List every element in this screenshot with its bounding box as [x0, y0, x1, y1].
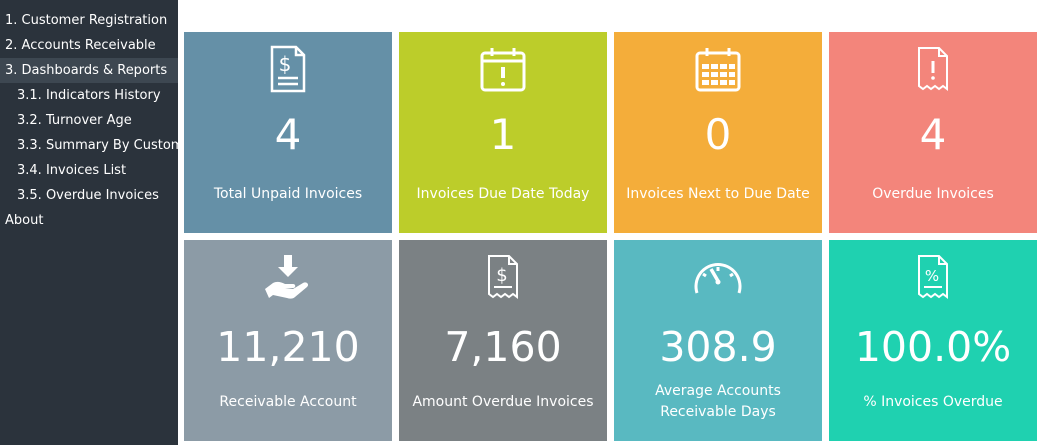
hand-receive-icon [184, 252, 392, 302]
tile-invoices-next-due[interactable]: 0 Invoices Next to Due Date [614, 32, 822, 233]
nav-item-turnover-age[interactable]: 3.2. Turnover Age [0, 108, 178, 133]
tile-value: 0 [704, 110, 732, 159]
tile-value: 4 [919, 110, 947, 159]
svg-text:$: $ [279, 52, 292, 76]
tile-label: Overdue Invoices [872, 186, 994, 202]
svg-text:%: % [925, 267, 939, 285]
receipt-dollar-icon: $ [399, 252, 607, 302]
nav-item-customer-registration[interactable]: 1. Customer Registration [0, 8, 178, 33]
svg-text:$: $ [496, 265, 507, 286]
sidebar: 1. Customer Registration 2. Accounts Rec… [0, 0, 178, 445]
calendar-alert-icon [399, 44, 607, 94]
tile-value: 308.9 [659, 323, 777, 371]
receipt-percent-icon: % [829, 252, 1037, 302]
tile-label: Invoices Next to Due Date [626, 186, 810, 202]
invoice-dollar-icon: $ [184, 44, 392, 94]
nav-item-overdue-invoices[interactable]: 3.5. Overdue Invoices [0, 183, 178, 208]
tile-label: % Invoices Overdue [863, 394, 1003, 410]
tile-receivable-account[interactable]: 11,210 Receivable Account [184, 240, 392, 441]
tile-value: 4 [274, 110, 302, 159]
speedometer-icon [614, 252, 822, 302]
tile-invoices-due-today[interactable]: 1 Invoices Due Date Today [399, 32, 607, 233]
tile-label: Invoices Due Date Today [416, 186, 590, 202]
tile-value: 100.0% [854, 323, 1012, 371]
nav-item-about[interactable]: About [0, 208, 178, 233]
tile-label: Amount Overdue Invoices [412, 394, 594, 410]
nav-item-indicators-history[interactable]: 3.1. Indicators History [0, 83, 178, 108]
tile-amount-overdue-invoices[interactable]: $ 7,160 Amount Overdue Invoices [399, 240, 607, 441]
tile-label: Total Unpaid Invoices [213, 186, 363, 202]
nav-item-accounts-receivable[interactable]: 2. Accounts Receivable [0, 33, 178, 58]
tile-total-unpaid-invoices[interactable]: $ 4 Total Unpaid Invoices [184, 32, 392, 233]
tile-percent-invoices-overdue[interactable]: % 100.0% % Invoices Overdue [829, 240, 1037, 441]
nav-item-dashboards-reports[interactable]: 3. Dashboards & Reports [0, 58, 178, 83]
receipt-alert-icon [829, 44, 1037, 94]
tile-value: 7,160 [444, 323, 562, 371]
tile-average-ar-days[interactable]: 308.9 Average Accounts Receivable Days [614, 240, 822, 441]
tile-value: 1 [489, 110, 517, 159]
tile-value: 11,210 [216, 323, 360, 371]
tile-label: Average Accounts Receivable Days [655, 383, 781, 420]
nav-item-invoices-list[interactable]: 3.4. Invoices List [0, 158, 178, 183]
nav-item-summary-by-customer[interactable]: 3.3. Summary By Customer [0, 133, 178, 158]
calendar-grid-icon [614, 44, 822, 94]
tile-overdue-invoices[interactable]: 4 Overdue Invoices [829, 32, 1037, 233]
tile-label: Receivable Account [219, 394, 357, 410]
